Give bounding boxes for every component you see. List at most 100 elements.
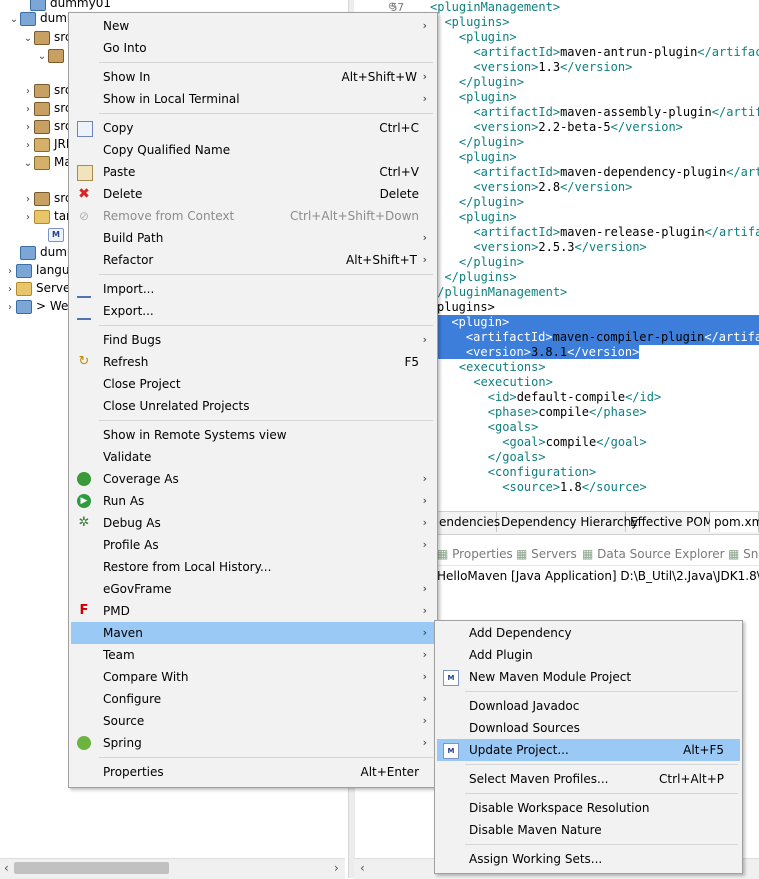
menu-item-download-javadoc[interactable]: Download Javadoc: [437, 695, 740, 717]
code-line[interactable]: <artifactId>maven-release-plugin</artifa…: [430, 225, 759, 240]
menu-item-egovframe[interactable]: eGovFrame ›: [71, 578, 435, 600]
menu-item-show-in-local-terminal[interactable]: Show in Local Terminal ›: [71, 88, 435, 110]
menu-item-properties[interactable]: Properties Alt+Enter: [71, 761, 435, 783]
menu-item-disable-maven-nature[interactable]: Disable Maven Nature: [437, 819, 740, 841]
code-line[interactable]: <artifactId>maven-assembly-plugin</artif…: [430, 105, 759, 120]
expand-arrow-icon[interactable]: ⌄: [22, 29, 34, 49]
code-line[interactable]: <phase>compile</phase>: [430, 405, 647, 420]
scroll-left-arrow-icon[interactable]: ‹: [4, 861, 9, 875]
tree-item[interactable]: › src: [22, 80, 72, 100]
tree-item[interactable]: › src: [22, 188, 72, 208]
menu-item-download-sources[interactable]: Download Sources: [437, 717, 740, 739]
code-line[interactable]: <version>3.8.1</version>: [437, 345, 640, 360]
tree-item[interactable]: › tar: [22, 206, 71, 226]
code-line[interactable]: plugins>: [437, 300, 495, 315]
menu-item-show-in-remote-systems-view[interactable]: Show in Remote Systems view: [71, 424, 435, 446]
menu-item-go-into[interactable]: Go Into: [71, 37, 435, 59]
scroll-right-arrow-icon[interactable]: ›: [334, 861, 339, 875]
menu-item-copy[interactable]: Copy Ctrl+C: [71, 117, 435, 139]
menu-item-profile-as[interactable]: Profile As ›: [71, 534, 435, 556]
code-line[interactable]: <plugin>: [430, 30, 517, 45]
fold-collapse-icon[interactable]: ⊖: [388, 1, 396, 12]
expand-arrow-icon[interactable]: ⌄: [8, 10, 20, 30]
menu-item-find-bugs[interactable]: Find Bugs ›: [71, 329, 435, 351]
code-line[interactable]: <pluginManagement>: [430, 0, 560, 15]
menu-item-configure[interactable]: Configure ›: [71, 688, 435, 710]
code-line[interactable]: <plugin>: [430, 150, 517, 165]
collapse-arrow-icon[interactable]: ›: [4, 298, 16, 318]
menu-item-close-unrelated-projects[interactable]: Close Unrelated Projects: [71, 395, 435, 417]
code-line[interactable]: <source>1.8</source>: [430, 480, 647, 495]
code-line[interactable]: <version>2.8</version>: [430, 180, 632, 195]
code-line[interactable]: <version>2.2-beta-5</version>: [430, 120, 683, 135]
tree-item[interactable]: › src: [22, 116, 72, 136]
tree-item[interactable]: › > We: [4, 296, 68, 316]
code-line[interactable]: <goal>compile</goal>: [430, 435, 647, 450]
menu-item-paste[interactable]: Paste Ctrl+V: [71, 161, 435, 183]
tree-item[interactable]: › Serve: [4, 278, 70, 298]
menu-item-maven[interactable]: Maven ›: [71, 622, 435, 644]
pom-editor-tab[interactable]: Dependency Hierarchy: [497, 512, 638, 532]
code-line[interactable]: </goals>: [430, 450, 546, 465]
menu-item-add-dependency[interactable]: Add Dependency: [437, 622, 740, 644]
pom-editor-tab[interactable]: pom.xm: [710, 512, 759, 532]
code-line[interactable]: <execution>: [430, 375, 552, 390]
menu-item-source[interactable]: Source ›: [71, 710, 435, 732]
code-line[interactable]: </plugin>: [430, 135, 524, 150]
code-line[interactable]: </plugin>: [430, 195, 524, 210]
code-line[interactable]: <version>1.3</version>: [430, 60, 632, 75]
view-tab[interactable]: ▦ Properties: [437, 545, 513, 563]
menu-item-copy-qualified-name[interactable]: Copy Qualified Name: [71, 139, 435, 161]
menu-item-team[interactable]: Team ›: [71, 644, 435, 666]
menu-item-restore-from-local-history[interactable]: Restore from Local History...: [71, 556, 435, 578]
view-tab[interactable]: ▦ Data Source Explorer: [582, 545, 725, 563]
code-line[interactable]: <plugin>: [430, 90, 517, 105]
code-line[interactable]: <artifactId>maven-antrun-plugin</artifac: [430, 45, 759, 60]
code-line[interactable]: </plugin>: [430, 75, 524, 90]
menu-item-pmd[interactable]: F PMD ›: [71, 600, 435, 622]
tree-item[interactable]: ⌄ src: [22, 27, 72, 47]
menu-item-new[interactable]: New ›: [71, 15, 435, 37]
tree-item[interactable]: › src: [22, 98, 72, 118]
view-tab[interactable]: ▦ Servers: [516, 545, 577, 563]
tree-item[interactable]: ⌄: [36, 45, 68, 65]
menu-item-assign-working-sets[interactable]: Assign Working Sets...: [437, 848, 740, 870]
menu-item-validate[interactable]: Validate: [71, 446, 435, 468]
menu-item-show-in[interactable]: Show In Alt+Shift+W ›: [71, 66, 435, 88]
tree-item[interactable]: › JRE: [22, 134, 73, 154]
code-line[interactable]: <id>default-compile</id>: [430, 390, 661, 405]
console-scroll-left-icon[interactable]: ‹: [360, 861, 365, 875]
menu-item-debug-as[interactable]: ✲ Debug As ›: [71, 512, 435, 534]
code-line[interactable]: <version>2.5.3</version>: [430, 240, 646, 255]
menu-item-build-path[interactable]: Build Path ›: [71, 227, 435, 249]
menu-item-spring[interactable]: Spring ›: [71, 732, 435, 754]
menu-item-delete[interactable]: ✖ Delete Delete: [71, 183, 435, 205]
menu-item-compare-with[interactable]: Compare With ›: [71, 666, 435, 688]
menu-item-export[interactable]: Export...: [71, 300, 435, 322]
menu-item-new-maven-module-project[interactable]: M New Maven Module Project: [437, 666, 740, 688]
code-line[interactable]: </plugin>: [430, 255, 524, 270]
collapse-arrow-icon[interactable]: ›: [22, 208, 34, 228]
code-line[interactable]: </pluginManagement>: [430, 285, 567, 300]
menu-item-update-project[interactable]: M Update Project... Alt+F5: [437, 739, 740, 761]
menu-item-add-plugin[interactable]: Add Plugin: [437, 644, 740, 666]
menu-item-refresh[interactable]: ↻ Refresh F5: [71, 351, 435, 373]
code-line[interactable]: <goals>: [430, 420, 539, 435]
code-line[interactable]: <executions>: [430, 360, 546, 375]
tree-item[interactable]: › langu: [4, 260, 70, 280]
pom-editor-tab[interactable]: Effective POM: [626, 512, 713, 532]
code-line[interactable]: <plugin>: [430, 210, 517, 225]
pom-editor-tab[interactable]: endencies: [435, 512, 500, 532]
menu-item-refactor[interactable]: Refactor Alt+Shift+T ›: [71, 249, 435, 271]
menu-item-disable-workspace-resolution[interactable]: Disable Workspace Resolution: [437, 797, 740, 819]
code-line[interactable]: <artifactId>maven-compiler-plugin</artif…: [437, 330, 759, 345]
code-line[interactable]: <plugin>: [437, 315, 759, 330]
menu-item-close-project[interactable]: Close Project: [71, 373, 435, 395]
expand-arrow-icon[interactable]: ⌄: [36, 47, 48, 67]
code-line[interactable]: <configuration>: [430, 465, 596, 480]
view-tab[interactable]: ▦ Sni: [728, 545, 759, 563]
explorer-scroll-thumb[interactable]: [14, 862, 169, 874]
menu-item-coverage-as[interactable]: Coverage As ›: [71, 468, 435, 490]
code-line[interactable]: <artifactId>maven-dependency-plugin</art…: [430, 165, 759, 180]
tree-item[interactable]: ⌄ Ma: [22, 152, 72, 172]
